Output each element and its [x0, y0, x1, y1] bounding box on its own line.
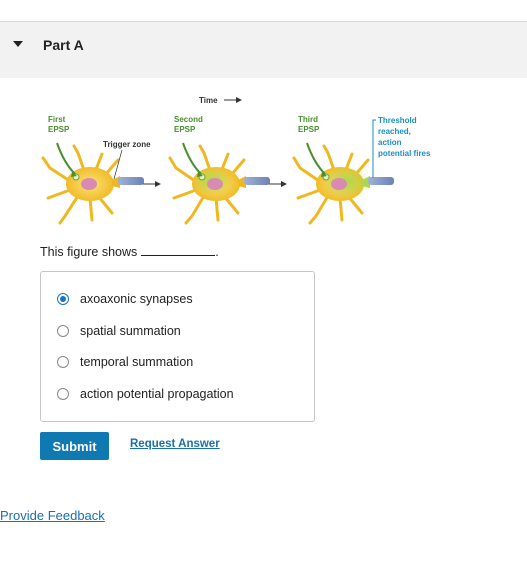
second-epsp-label-1: Second [174, 115, 203, 124]
threshold-label-2: reached, [378, 127, 411, 136]
question-prompt: This figure shows. [40, 245, 219, 259]
temporal-summation-figure: Time First EPSP Trigger zone Second EPSP… [41, 96, 431, 225]
radio-button[interactable] [57, 325, 69, 337]
radio-button[interactable] [57, 293, 69, 305]
third-epsp-label-2: EPSP [298, 125, 320, 134]
radio-button[interactable] [57, 356, 69, 368]
answer-blank [141, 245, 216, 256]
radio-button[interactable] [57, 388, 69, 400]
threshold-label-1: Threshold [378, 116, 417, 125]
first-epsp-label-1: First [48, 115, 66, 124]
choice-option[interactable]: axoaxonic synapses [57, 289, 193, 309]
neuron-1 [41, 142, 144, 225]
request-answer-link[interactable]: Request Answer [130, 438, 220, 450]
third-epsp-label-1: Third [298, 115, 318, 124]
answer-choices: axoaxonic synapses spatial summation tem… [40, 271, 315, 422]
submit-button[interactable]: Submit [40, 432, 109, 460]
choice-label: spatial summation [80, 324, 181, 338]
choice-option[interactable]: action potential propagation [57, 384, 234, 404]
first-epsp-label-2: EPSP [48, 125, 70, 134]
choice-option[interactable]: temporal summation [57, 352, 193, 372]
choice-label: action potential propagation [80, 387, 234, 401]
provide-feedback-link[interactable]: Provide Feedback [0, 508, 105, 523]
time-arrow-icon [224, 97, 242, 103]
question-text: This figure shows [40, 245, 138, 259]
choice-label: temporal summation [80, 355, 194, 369]
choice-label: axoaxonic synapses [80, 292, 193, 306]
part-title: Part A [43, 37, 84, 53]
step-arrow-icon [143, 181, 161, 187]
second-epsp-label-2: EPSP [174, 125, 196, 134]
trigger-zone-label: Trigger zone [103, 140, 151, 149]
threshold-label-4: potential fires [378, 149, 431, 158]
time-label: Time [199, 96, 218, 105]
neuron-2 [168, 142, 270, 225]
choice-option[interactable]: spatial summation [57, 321, 181, 341]
collapse-caret-icon[interactable] [13, 41, 23, 47]
threshold-label-3: action [378, 138, 402, 147]
step-arrow-icon [269, 181, 287, 187]
